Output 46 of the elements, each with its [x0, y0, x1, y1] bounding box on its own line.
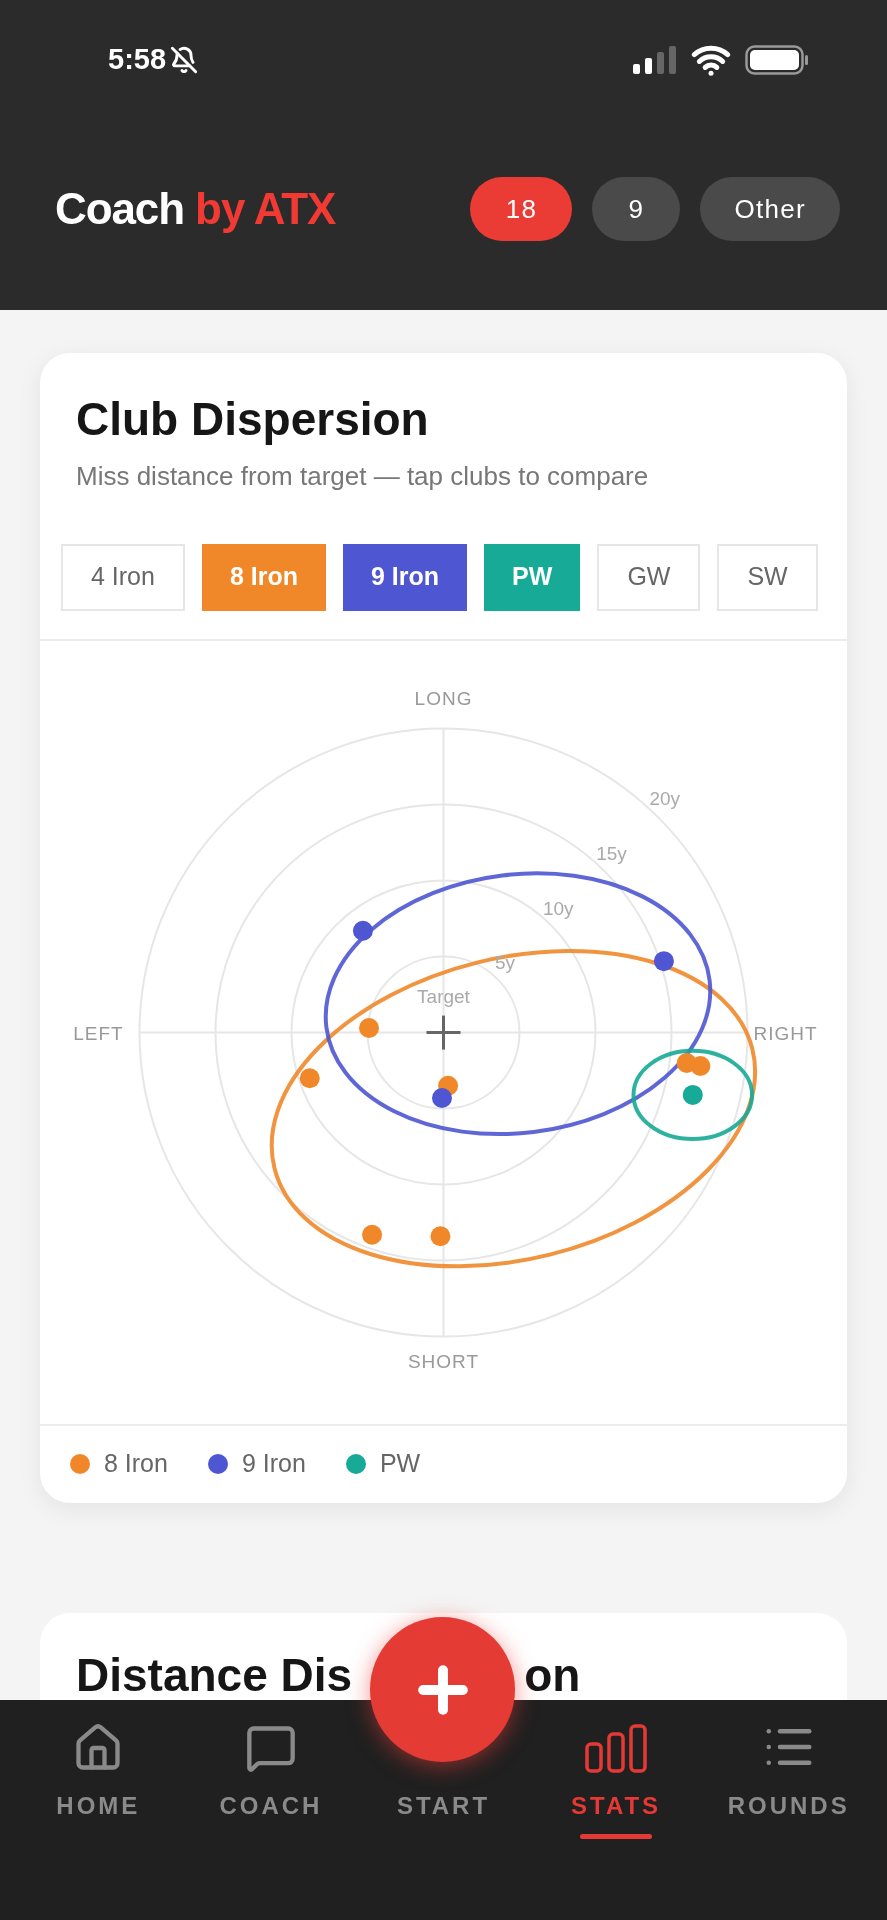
battery-icon [745, 45, 809, 75]
crosshair-icon [426, 1015, 461, 1050]
club-chip[interactable]: 4 Iron [61, 543, 185, 611]
club-chip[interactable]: 9 Iron [343, 543, 468, 611]
ring-label: 20y [649, 787, 680, 809]
club-chip[interactable]: 8 Iron [201, 543, 326, 611]
direction-label: LEFT [73, 1022, 124, 1044]
shot-dot [682, 1084, 703, 1105]
card-title: on [524, 1647, 581, 1700]
nav-tab[interactable]: COACH [219, 1788, 323, 1824]
legend-label: PW [379, 1448, 421, 1480]
shot-dot [352, 920, 373, 941]
nav-tab[interactable]: START [396, 1788, 491, 1824]
bell-off-icon [170, 46, 199, 74]
shot-dot [653, 950, 674, 971]
club-chip[interactable]: SW [717, 543, 818, 611]
shot-dot [299, 1067, 320, 1088]
hole-filter-pill[interactable]: 18 [470, 177, 573, 241]
direction-label: RIGHT [753, 1022, 818, 1044]
shot-dot [430, 1225, 451, 1246]
nav-tab[interactable]: ROUNDS [727, 1788, 850, 1824]
shot-dot [359, 1017, 379, 1038]
shot-dot [690, 1055, 711, 1076]
app-logo: Coach by ATX [55, 183, 336, 235]
card-subtitle: Miss distance from target — tap clubs to compare [76, 459, 650, 493]
target-label: Target [417, 985, 470, 1007]
ring-label: 10y [543, 897, 574, 918]
status-time: 5:58 [108, 42, 167, 78]
ring-label: 15y [596, 842, 627, 864]
hole-filter-pill[interactable]: 9 [592, 177, 681, 241]
club-chip[interactable]: PW [484, 543, 581, 611]
hole-filter-pill[interactable]: Other [700, 177, 840, 241]
ring-label: 5y [495, 951, 516, 973]
card-title: Distance Dis [76, 1647, 353, 1700]
direction-label: LONG [414, 687, 473, 709]
bar-chart-icon [584, 1724, 649, 1774]
legend-label: 9 Iron [241, 1448, 306, 1480]
card-title: Club Dispersion [76, 392, 430, 447]
direction-label: SHORT [407, 1350, 480, 1372]
nav-tab[interactable]: STATS [571, 1788, 662, 1824]
legend-label: 8 Iron [104, 1448, 168, 1480]
shot-dot [432, 1087, 452, 1108]
club-chip[interactable]: GW [597, 543, 701, 611]
nav-tab[interactable]: HOME [56, 1788, 141, 1824]
shot-dot [362, 1224, 383, 1245]
signal-icon [633, 46, 677, 74]
